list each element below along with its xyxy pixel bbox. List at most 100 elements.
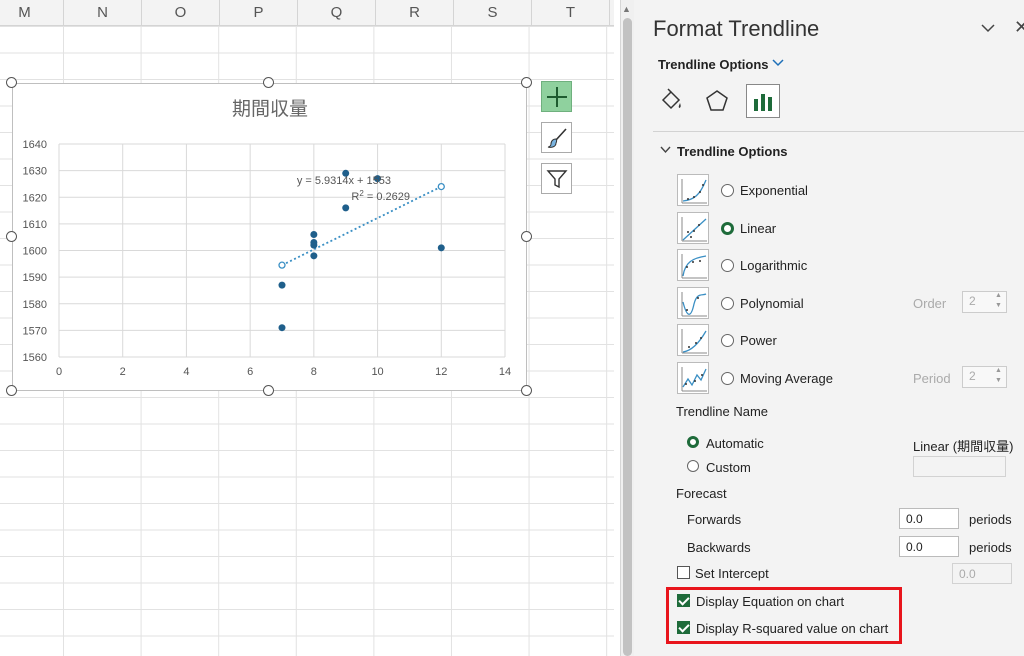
chart-elements-button[interactable] — [541, 81, 572, 112]
option-power[interactable]: Power — [677, 324, 1017, 358]
column-header-n[interactable]: N — [64, 0, 142, 26]
effects-tab[interactable] — [700, 84, 734, 118]
stepper-arrows-icon[interactable]: ▲ ▼ — [995, 366, 1002, 386]
trendline-options-dropdown[interactable]: Trendline Options — [658, 57, 769, 72]
radio-linear[interactable] — [721, 222, 734, 235]
radio-custom[interactable] — [687, 460, 699, 472]
brush-icon — [547, 127, 567, 148]
intercept-field[interactable]: 0.0 — [952, 563, 1012, 584]
chart-title: 期間収量 — [232, 98, 308, 120]
y-tick-label: 1560 — [23, 352, 47, 364]
data-point — [342, 204, 350, 212]
trendline-options-tab[interactable] — [746, 84, 780, 118]
effects-icon — [706, 90, 728, 111]
chevron-down-icon[interactable] — [660, 145, 671, 157]
chevron-down-icon[interactable] — [772, 56, 784, 70]
radio-power[interactable] — [721, 334, 734, 347]
label-linear: Linear — [740, 221, 777, 236]
custom-label[interactable]: Custom — [706, 460, 751, 475]
x-tick-label: 10 — [371, 366, 383, 378]
column-header-q[interactable]: Q — [298, 0, 376, 26]
trendline — [281, 185, 442, 266]
resize-handle-left[interactable] — [6, 231, 17, 242]
forwards-unit: periods — [969, 512, 1012, 527]
scrollbar-thumb[interactable] — [623, 18, 632, 656]
set-intercept-checkbox[interactable] — [677, 566, 690, 579]
option-linear[interactable]: Linear — [677, 212, 1017, 246]
resize-handle-top[interactable] — [263, 77, 274, 88]
trendline-handle-end — [437, 182, 445, 191]
filter-icon — [545, 169, 568, 188]
fill-line-tab[interactable] — [654, 84, 688, 118]
data-point — [310, 231, 318, 239]
column-header-m[interactable]: M — [0, 0, 64, 26]
option-logarithmic[interactable]: Logarithmic — [677, 249, 1017, 283]
x-tick-label: 6 — [247, 366, 253, 378]
plus-icon — [546, 86, 567, 107]
resize-handle-top-right[interactable] — [521, 77, 532, 88]
r-squared-symbol: R — [351, 191, 359, 203]
trendline-handle-start — [278, 261, 286, 269]
y-tick-label: 1580 — [23, 299, 47, 311]
backwards-field[interactable]: 0.0 — [899, 536, 959, 557]
trendline-equation-label: y = 5.9314x + 1553 — [297, 175, 391, 187]
label-exponential: Exponential — [740, 183, 808, 198]
resize-handle-bottom[interactable] — [263, 385, 274, 396]
stepper-arrows-icon[interactable]: ▲ ▼ — [995, 291, 1002, 311]
y-tick-label: 1630 — [23, 166, 47, 178]
polynomial-icon — [677, 287, 709, 319]
x-tick-label: 4 — [183, 366, 189, 378]
automatic-label[interactable]: Automatic — [706, 436, 764, 451]
radio-automatic[interactable] — [687, 436, 699, 448]
r-squared-value: = 0.2629 — [364, 191, 410, 203]
order-label: Order — [913, 296, 947, 311]
data-point — [437, 244, 445, 252]
custom-name-field[interactable] — [913, 456, 1006, 477]
resize-handle-top-left[interactable] — [6, 77, 17, 88]
format-trendline-pane: Format Trendline ✕ Trendline Options Tre… — [634, 0, 1024, 656]
scatter-chart[interactable]: 期間収量 1560 1570 1580 1590 1600 1610 1620 1630 1640… — [12, 83, 527, 391]
column-header-r[interactable]: R — [376, 0, 454, 26]
label-logarithmic: Logarithmic — [740, 258, 808, 273]
x-tick-label: 0 — [56, 366, 62, 378]
forwards-label: Forwards — [687, 512, 742, 527]
chart-filters-button[interactable] — [541, 163, 572, 194]
column-header-p[interactable]: P — [220, 0, 298, 26]
data-point — [310, 239, 318, 247]
column-header-t[interactable]: T — [532, 0, 610, 26]
x-tick-label: 2 — [120, 366, 126, 378]
section-title[interactable]: Trendline Options — [677, 144, 788, 159]
set-intercept-label[interactable]: Set Intercept — [695, 566, 769, 581]
option-exponential[interactable]: Exponential — [677, 174, 1017, 208]
resize-handle-bottom-right[interactable] — [521, 385, 532, 396]
resize-handle-right[interactable] — [521, 231, 532, 242]
data-point — [278, 324, 286, 332]
radio-moving-average[interactable] — [721, 372, 734, 385]
radio-exponential[interactable] — [721, 184, 734, 197]
chevron-down-icon[interactable] — [980, 20, 996, 36]
bar-chart-icon — [754, 94, 772, 111]
backwards-unit: periods — [969, 540, 1012, 555]
radio-polynomial[interactable] — [721, 297, 734, 310]
annotation-highlight-box — [666, 587, 902, 644]
chart-styles-button[interactable] — [541, 122, 572, 153]
logarithmic-icon — [677, 249, 709, 281]
label-polynomial: Polynomial — [740, 296, 804, 311]
label-power: Power — [740, 333, 777, 348]
fill-icon — [661, 88, 681, 110]
option-polynomial[interactable]: Polynomial Order 2 ▲ ▼ — [677, 287, 1017, 321]
y-tick-label: 1620 — [23, 192, 47, 204]
power-icon — [677, 324, 709, 356]
automatic-name-value: Linear (期間収量) — [913, 439, 1014, 454]
forwards-field[interactable]: 0.0 — [899, 508, 959, 529]
column-header-o[interactable]: O — [142, 0, 220, 26]
y-tick-label: 1640 — [23, 139, 47, 151]
linear-icon — [677, 212, 709, 244]
option-moving-average[interactable]: Moving Average Period 2 ▲ ▼ — [677, 362, 1017, 396]
radio-logarithmic[interactable] — [721, 259, 734, 272]
chart-plot: 期間収量 1560 1570 1580 1590 1600 1610 1620 1630 1640… — [23, 98, 512, 378]
close-icon[interactable]: ✕ — [1014, 17, 1024, 38]
column-header-s[interactable]: S — [454, 0, 532, 26]
resize-handle-bottom-left[interactable] — [6, 385, 17, 396]
scroll-up-icon[interactable]: ▲ — [622, 4, 631, 14]
